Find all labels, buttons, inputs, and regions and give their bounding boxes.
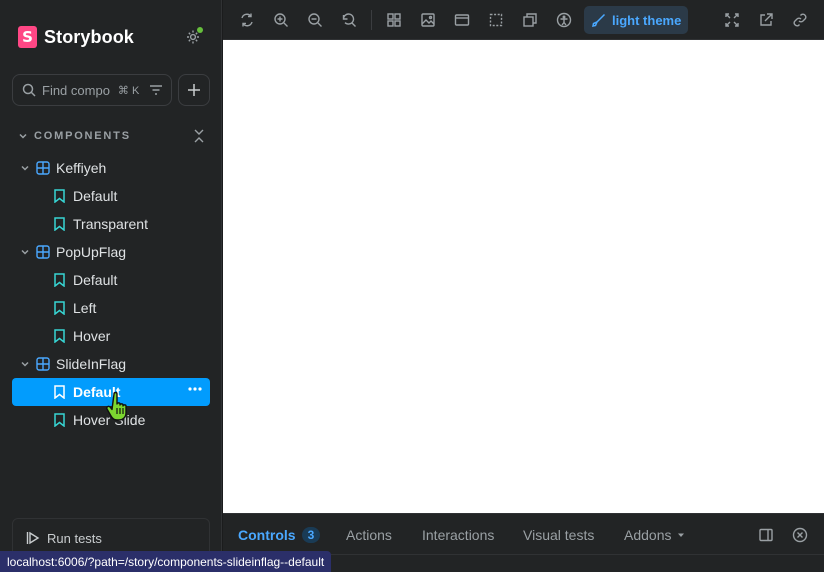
section-label: COMPONENTS [34, 130, 131, 142]
theme-label: light theme [612, 12, 682, 28]
theme-switch-button[interactable]: light theme [584, 6, 688, 34]
tab-interactions[interactable]: Interactions [422, 526, 494, 544]
filter-icon[interactable] [149, 83, 163, 97]
chevron-down-icon [19, 133, 27, 139]
tree-label: Transparent [73, 216, 148, 232]
tab-addons[interactable]: Addons [624, 526, 685, 544]
copy-link-icon[interactable] [788, 8, 812, 32]
run-tests-label: Run tests [47, 530, 102, 546]
open-new-tab-icon[interactable] [754, 8, 778, 32]
chevron-down-icon [21, 249, 29, 255]
sidebar: S Storybook Find compo ⌘ K COMPONENTS Ke… [0, 0, 222, 572]
story-preview-canvas[interactable] [223, 40, 824, 513]
component-icon [36, 357, 50, 371]
zoom-in-icon[interactable] [269, 8, 293, 32]
search-placeholder: Find compo [42, 82, 110, 98]
tree-group-popupflag[interactable]: PopUpFlag [12, 238, 210, 266]
add-button[interactable] [178, 74, 210, 106]
storybook-logo-icon: S [18, 26, 37, 48]
accessibility-icon[interactable] [552, 8, 576, 32]
bookmark-icon [54, 329, 65, 343]
tree-story-popupflag-default[interactable]: Default [12, 266, 210, 294]
brand-name: Storybook [44, 26, 134, 47]
zoom-out-icon[interactable] [303, 8, 327, 32]
search-input[interactable]: Find compo ⌘ K [12, 74, 172, 106]
tab-label: Interactions [422, 527, 495, 543]
chevron-down-icon [21, 165, 29, 171]
tree-label: Default [73, 272, 118, 288]
close-panel-icon[interactable] [791, 526, 809, 544]
toolbar-divider [371, 10, 372, 30]
outline-icon[interactable] [484, 8, 508, 32]
tree-label: Left [73, 300, 97, 316]
reset-zoom-icon[interactable] [337, 8, 361, 32]
component-icon [36, 161, 50, 175]
bookmark-icon [54, 273, 65, 287]
viewport-icon[interactable] [450, 8, 474, 32]
tree-story-keffiyeh-transparent[interactable]: Transparent [12, 210, 210, 238]
collapse-all-icon[interactable] [192, 128, 206, 144]
search-shortcut: ⌘ K [117, 84, 140, 97]
tab-label: Actions [346, 527, 392, 543]
caret-down-icon [678, 533, 685, 537]
tree-story-keffiyeh-default[interactable]: Default [12, 182, 210, 210]
measure-icon[interactable] [518, 8, 542, 32]
preview-toolbar: light theme [223, 0, 824, 40]
bookmark-icon [54, 413, 65, 427]
search-icon [22, 83, 36, 97]
remount-icon[interactable] [235, 8, 259, 32]
bookmark-icon [54, 189, 65, 203]
tree-label: Keffiyeh [56, 160, 107, 176]
play-icon [26, 531, 40, 545]
panel-orientation-icon[interactable] [757, 526, 775, 544]
tree-label: Default [73, 188, 118, 204]
background-icon[interactable] [416, 8, 440, 32]
brand[interactable]: S Storybook [18, 24, 134, 50]
plus-icon [188, 84, 200, 96]
tree-group-keffiyeh[interactable]: Keffiyeh [12, 154, 210, 182]
hand-cursor-icon [106, 391, 127, 421]
chevron-down-icon [21, 361, 29, 367]
brush-icon [592, 13, 606, 27]
tree-label: Hover [73, 328, 111, 344]
tab-visual-tests[interactable]: Visual tests [523, 526, 594, 544]
tab-actions[interactable]: Actions [346, 526, 392, 544]
tree-story-popupflag-left[interactable]: Left [12, 294, 210, 322]
tree-label: SlideInFlag [56, 356, 127, 372]
status-bar-url: localhost:6006/?path=/story/components-s… [0, 551, 332, 572]
tree-story-popupflag-hover[interactable]: Hover [12, 322, 210, 350]
bookmark-icon [54, 385, 65, 399]
more-options-icon[interactable] [188, 387, 202, 391]
tree-group-slideinflag[interactable]: SlideInFlag [12, 350, 210, 378]
status-dot [197, 27, 203, 33]
tab-label: Controls [238, 527, 296, 543]
tab-label: Addons [624, 527, 672, 543]
component-icon [36, 245, 50, 259]
tab-label: Visual tests [523, 527, 595, 543]
grid-icon[interactable] [382, 8, 406, 32]
bookmark-icon [54, 217, 65, 231]
components-section-header[interactable]: COMPONENTS [18, 128, 208, 144]
bookmark-icon [54, 301, 65, 315]
controls-count-badge: 3 [301, 527, 321, 543]
settings-gear-icon[interactable] [184, 27, 204, 47]
tab-controls[interactable]: Controls 3 [238, 526, 321, 544]
tree-label: PopUpFlag [56, 244, 127, 260]
fullscreen-icon[interactable] [720, 8, 744, 32]
